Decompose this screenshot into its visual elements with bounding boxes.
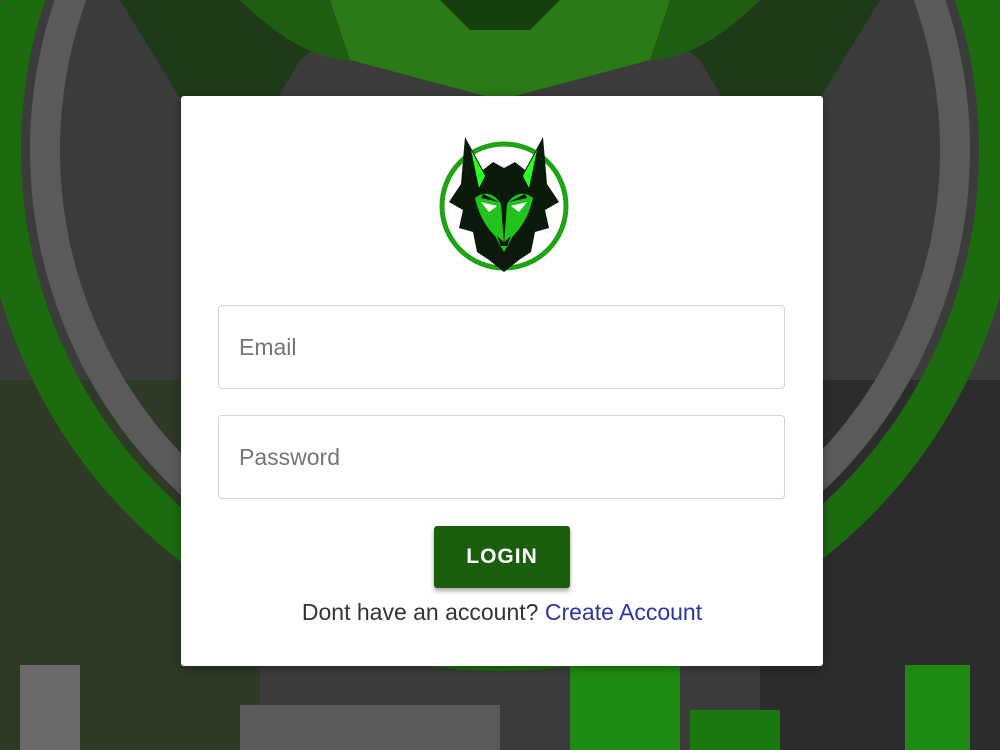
email-input[interactable]: [219, 306, 784, 388]
create-account-link[interactable]: Create Account: [545, 599, 702, 625]
login-card: LOGIN Dont have an account? Create Accou…: [181, 96, 823, 666]
email-field[interactable]: [218, 305, 785, 389]
password-field[interactable]: [218, 415, 785, 499]
wolf-head-icon: [439, 137, 569, 272]
login-screen: LOGIN Dont have an account? Create Accou…: [0, 0, 1000, 750]
signup-prompt-text: Dont have an account?: [301, 599, 545, 625]
login-button[interactable]: LOGIN: [434, 526, 570, 588]
password-input[interactable]: [219, 416, 784, 498]
signup-prompt-row: Dont have an account? Create Account: [181, 599, 823, 626]
